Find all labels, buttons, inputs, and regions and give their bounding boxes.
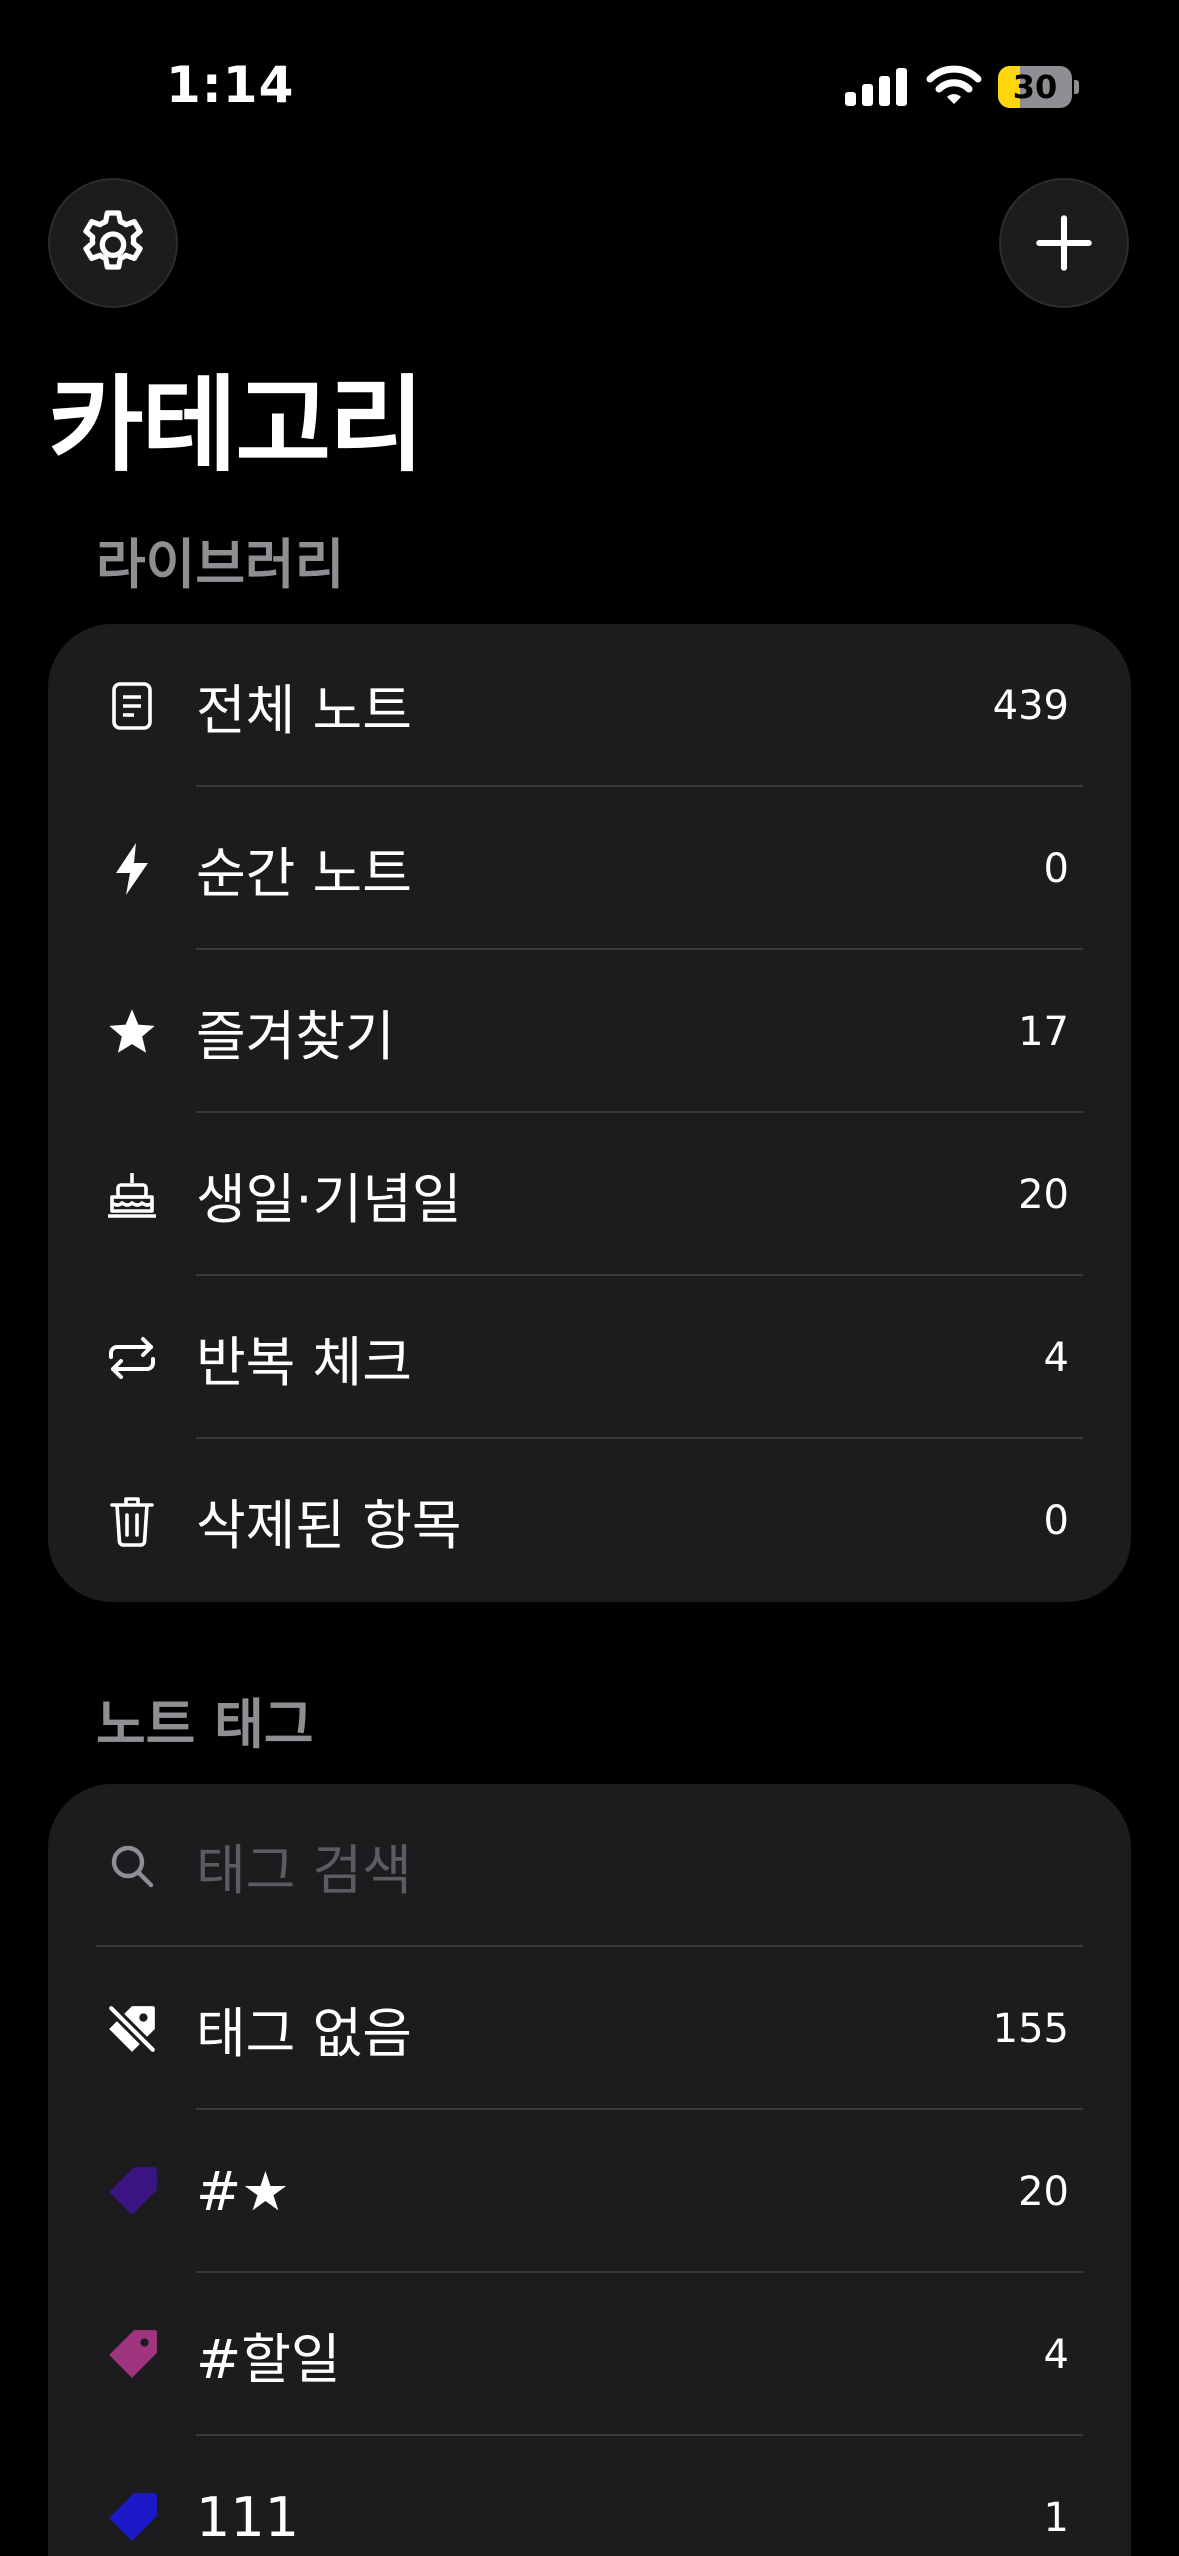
library-item-count: 20 <box>1018 1171 1069 1218</box>
status-time: 1:14 <box>166 56 295 114</box>
library-item-all-notes[interactable]: 전체 노트 439 <box>48 624 1131 787</box>
tags-card: 태그 검색 태그 없음 155 #★ 20 #할일 4 111 1 <box>48 1784 1131 2556</box>
bolt-icon <box>104 841 160 897</box>
library-item-count: 4 <box>1043 1334 1069 1381</box>
library-item-deleted[interactable]: 삭제된 항목 0 <box>48 1439 1131 1602</box>
library-item-count: 439 <box>992 682 1069 729</box>
page-title: 카테고리 <box>48 364 425 486</box>
library-item-count: 17 <box>1018 1008 1069 1055</box>
tag-item-label: 111 <box>196 2486 300 2549</box>
tag-search-input[interactable]: 태그 검색 <box>196 1826 412 1905</box>
tag-icon <box>104 2164 160 2220</box>
battery-icon: 30 <box>998 66 1079 108</box>
search-icon <box>104 1838 160 1894</box>
library-section-label: 라이브러리 <box>96 533 345 596</box>
note-icon <box>104 678 160 734</box>
library-item-label: 순간 노트 <box>196 842 412 905</box>
tag-item-label: #★ <box>196 2160 290 2223</box>
plus-icon <box>1036 215 1092 271</box>
gear-icon <box>83 210 143 270</box>
tag-icon <box>104 2490 160 2546</box>
settings-button[interactable] <box>48 178 178 308</box>
tag-item-111[interactable]: 111 1 <box>48 2436 1131 2556</box>
trash-icon <box>104 1493 160 1549</box>
cake-icon <box>104 1167 160 1223</box>
status-bar: 1:14 30 <box>0 0 1179 170</box>
tag-item-todo[interactable]: #할일 4 <box>48 2273 1131 2436</box>
tag-item-count: 20 <box>1018 2168 1069 2215</box>
library-item-label: 반복 체크 <box>196 1331 412 1394</box>
library-item-count: 0 <box>1043 845 1069 892</box>
tag-item-untagged[interactable]: 태그 없음 155 <box>48 1947 1131 2110</box>
tag-icon <box>104 2327 160 2383</box>
tags-section-label: 노트 태그 <box>96 1693 314 1756</box>
library-item-label: 즐겨찾기 <box>196 1005 395 1068</box>
star-icon <box>104 1004 160 1060</box>
library-item-recurring-check[interactable]: 반복 체크 4 <box>48 1276 1131 1439</box>
tag-item-star[interactable]: #★ 20 <box>48 2110 1131 2273</box>
repeat-icon <box>104 1330 160 1386</box>
tag-item-label: #할일 <box>196 2328 341 2391</box>
add-button[interactable] <box>999 178 1129 308</box>
tag-search-row[interactable]: 태그 검색 <box>48 1784 1131 1947</box>
library-card: 전체 노트 439 순간 노트 0 즐겨찾기 17 생일·기념일 20 반복 체… <box>48 624 1131 1602</box>
tag-item-count: 4 <box>1043 2331 1069 2378</box>
battery-percent: 30 <box>1012 68 1058 106</box>
tag-item-label: 태그 없음 <box>196 2002 412 2065</box>
wifi-icon <box>926 65 982 104</box>
library-item-birthdays[interactable]: 생일·기념일 20 <box>48 1113 1131 1276</box>
library-item-count: 0 <box>1043 1497 1069 1544</box>
library-item-label: 생일·기념일 <box>196 1168 462 1231</box>
tag-item-count: 155 <box>992 2005 1069 2052</box>
library-item-label: 삭제된 항목 <box>196 1494 462 1557</box>
library-item-quick-notes[interactable]: 순간 노트 0 <box>48 787 1131 950</box>
library-item-label: 전체 노트 <box>196 679 412 742</box>
tag-item-count: 1 <box>1043 2494 1069 2541</box>
library-item-favorites[interactable]: 즐겨찾기 17 <box>48 950 1131 1113</box>
no-tag-icon <box>104 2001 160 2057</box>
cellular-signal-icon <box>845 68 907 106</box>
